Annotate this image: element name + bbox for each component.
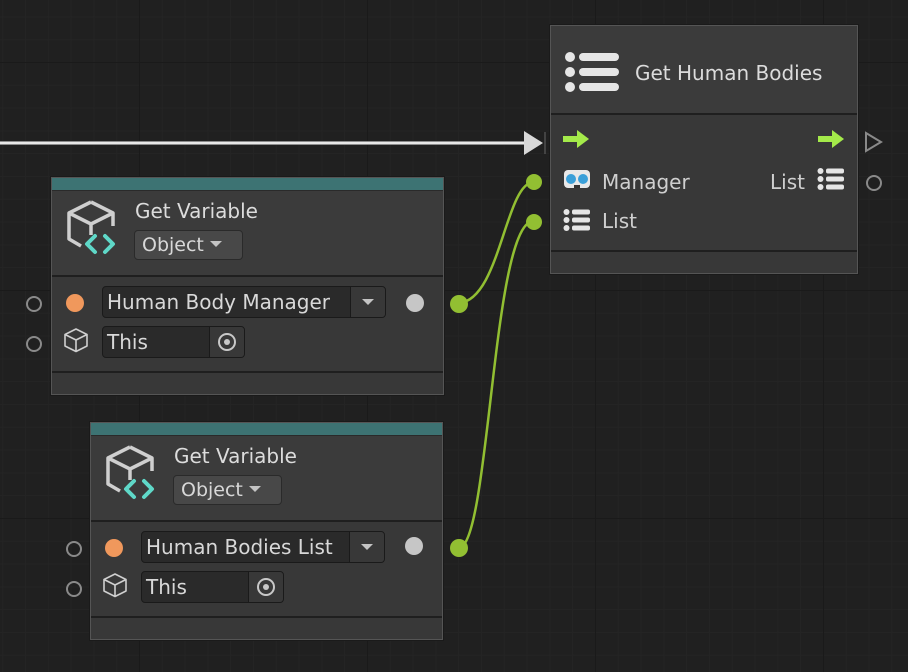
node-get-variable-list[interactable]: Get Variable Object Human Bodies List Th…: [90, 422, 443, 640]
target-object-value: This: [146, 572, 187, 602]
variable-cube-icon: [106, 445, 154, 499]
variable-name-value: Human Body Manager: [107, 287, 330, 317]
list-output-port[interactable]: [866, 175, 882, 191]
variable-name-dropdown[interactable]: Human Body Manager: [102, 286, 386, 318]
chevron-down-icon: [209, 240, 222, 247]
object-picker-icon: [257, 578, 275, 596]
variable-name-dropdown-button[interactable]: [350, 287, 385, 317]
variable-kind-value: Object: [142, 234, 204, 256]
list-icon: [563, 209, 590, 231]
target-input-port[interactable]: [26, 336, 42, 352]
node-header[interactable]: Get Variable Object: [91, 436, 442, 522]
output-label-list: List: [770, 170, 805, 194]
node-get-human-bodies[interactable]: Get Human Bodies Manager List List: [550, 25, 858, 274]
control-output-port-icon[interactable]: [864, 130, 884, 154]
variable-kind-dropdown[interactable]: Object: [173, 475, 282, 505]
variable-name-dropdown-button[interactable]: [349, 532, 384, 562]
object-picker-button[interactable]: [209, 327, 244, 357]
variable-input-port[interactable]: [66, 541, 82, 557]
input-label-manager: Manager: [602, 170, 690, 194]
chevron-down-icon: [361, 544, 373, 550]
value-port-icon: [405, 537, 423, 555]
variable-kind-value: Object: [181, 479, 243, 501]
target-object-field[interactable]: This: [102, 326, 245, 358]
node-header[interactable]: Get Human Bodies: [551, 26, 857, 115]
variable-cube-icon: [67, 200, 115, 254]
node-accent-bar: [52, 178, 443, 191]
vr-goggles-icon: [564, 170, 590, 188]
node-get-variable-manager[interactable]: Get Variable Object Human Body Manager T…: [51, 177, 444, 395]
variable-input-port[interactable]: [26, 296, 42, 312]
gameobject-cube-icon: [103, 573, 127, 598]
target-object-value: This: [107, 327, 148, 357]
node-footer: [52, 371, 443, 394]
list-icon: [817, 168, 844, 190]
node-title: Get Variable: [174, 444, 297, 468]
chevron-down-icon: [362, 299, 374, 305]
target-input-port[interactable]: [66, 581, 82, 597]
node-title: Get Variable: [135, 199, 258, 223]
chevron-down-icon: [248, 485, 261, 492]
value-output-port[interactable]: [450, 539, 468, 557]
object-picker-button[interactable]: [248, 572, 283, 602]
node-header[interactable]: Get Variable Object: [52, 191, 443, 277]
variable-port-icon: [66, 294, 84, 312]
variable-port-icon: [105, 539, 123, 557]
variable-name-dropdown[interactable]: Human Bodies List: [141, 531, 385, 563]
control-output-arrow-icon[interactable]: [818, 130, 846, 148]
node-footer: [551, 250, 857, 273]
input-label-list: List: [602, 209, 637, 233]
gameobject-cube-icon: [64, 328, 88, 353]
object-picker-icon: [218, 333, 236, 351]
variable-name-value: Human Bodies List: [146, 532, 333, 562]
target-object-field[interactable]: This: [141, 571, 284, 603]
value-output-port[interactable]: [450, 295, 468, 313]
list-icon: [565, 52, 619, 92]
variable-kind-dropdown[interactable]: Object: [134, 230, 243, 260]
node-footer: [91, 616, 442, 639]
node-title: Get Human Bodies: [635, 61, 823, 85]
control-input-arrow-icon[interactable]: [563, 130, 591, 148]
node-accent-bar: [91, 423, 442, 436]
value-port-icon: [406, 294, 424, 312]
